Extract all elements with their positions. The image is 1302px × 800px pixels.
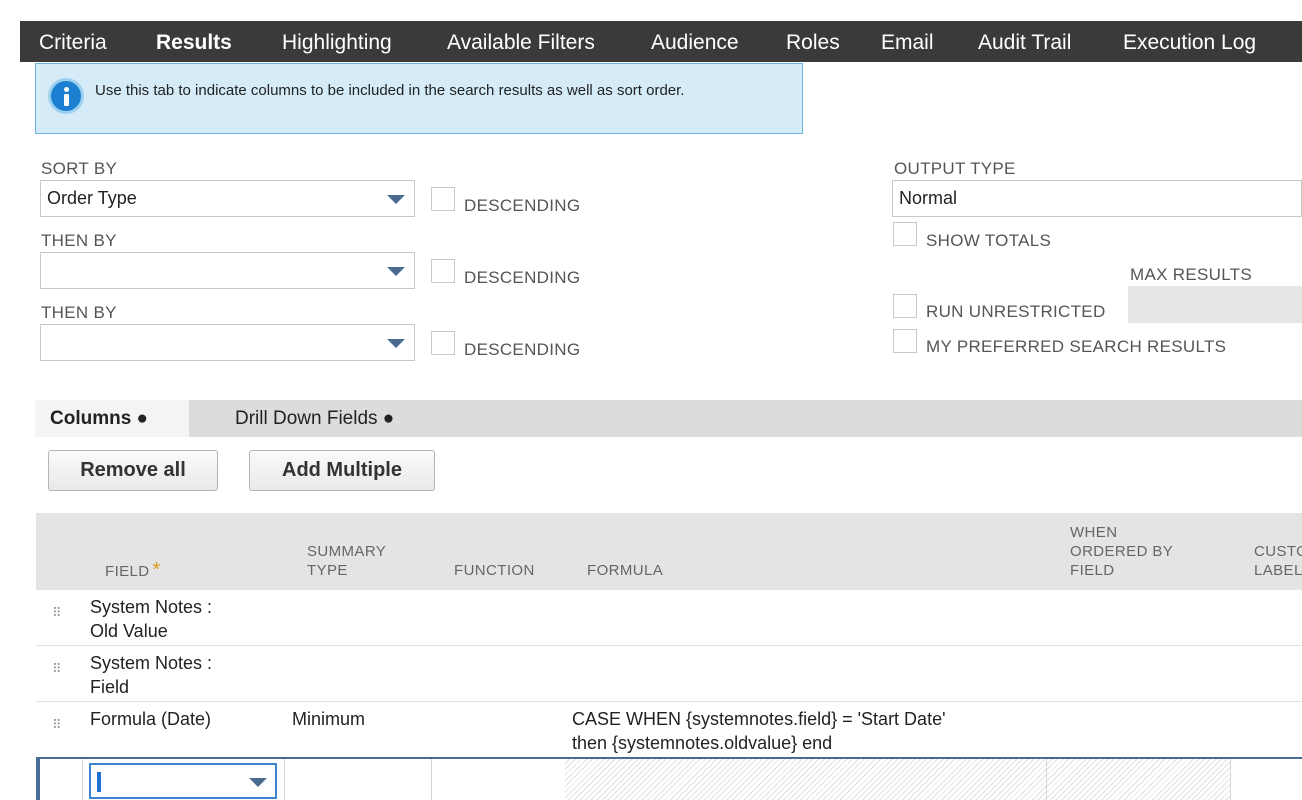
grid-header: FIELD * SUMMARY TYPE FUNCTION FORMULA WHE… xyxy=(36,513,1302,590)
cell-field: System Notes : Old Value xyxy=(90,597,213,641)
tab-email[interactable]: Email xyxy=(881,21,934,62)
descending-checkbox-1[interactable] xyxy=(431,187,455,211)
subtab-bar: Columns ● Drill Down Fields ● xyxy=(35,400,1302,437)
chevron-down-icon xyxy=(387,339,405,348)
cell-field: System Notes : Field xyxy=(90,653,213,697)
chevron-down-icon xyxy=(387,267,405,276)
then-by-select-2[interactable] xyxy=(40,324,415,361)
drag-handle-icon[interactable]: ⠿ xyxy=(52,606,62,626)
descending-label-1: DESCENDING xyxy=(464,196,581,215)
output-type-select[interactable]: Normal xyxy=(892,180,1302,217)
sort-by-label: SORT BY xyxy=(41,159,118,178)
my-preferred-label: MY PREFERRED SEARCH RESULTS xyxy=(926,337,1227,356)
new-field-select[interactable] xyxy=(89,763,277,799)
info-icon xyxy=(48,78,84,114)
then-by-label-1: THEN BY xyxy=(41,231,117,250)
tab-results[interactable]: Results xyxy=(156,21,232,62)
add-multiple-button[interactable]: Add Multiple xyxy=(249,450,435,491)
when-ordered-cell-disabled xyxy=(1047,759,1230,800)
table-row[interactable]: ⠿ Formula (Date) Minimum CASE WHEN {syst… xyxy=(36,702,1302,758)
descending-label-2: DESCENDING xyxy=(464,268,581,287)
edit-row-marker xyxy=(36,759,40,800)
table-row[interactable]: ⠿ System Notes : Field xyxy=(36,646,1302,702)
header-when-ordered-by-field: WHEN ORDERED BY FIELD xyxy=(1070,524,1174,579)
output-type-value: Normal xyxy=(899,188,958,208)
tab-execution-log[interactable]: Execution Log xyxy=(1123,21,1256,62)
descending-checkbox-3[interactable] xyxy=(431,331,455,355)
sort-by-value: Order Type xyxy=(47,188,137,208)
tab-audit-trail[interactable]: Audit Trail xyxy=(978,21,1071,62)
formula-cell-disabled xyxy=(565,759,1046,800)
sort-by-select[interactable]: Order Type xyxy=(40,180,415,217)
required-marker: * xyxy=(152,559,161,581)
run-unrestricted-label: RUN UNRESTRICTED xyxy=(926,302,1106,321)
tab-roles[interactable]: Roles xyxy=(786,21,840,62)
cell-summary-type: Minimum xyxy=(292,709,366,729)
show-totals-label: SHOW TOTALS xyxy=(926,231,1052,250)
remove-all-button[interactable]: Remove all xyxy=(48,450,218,491)
cell-field: Formula (Date) xyxy=(90,709,212,729)
tab-highlighting[interactable]: Highlighting xyxy=(282,21,392,62)
subtab-columns[interactable]: Columns ● xyxy=(35,400,189,437)
header-custom-label: CUSTO LABEL xyxy=(1254,543,1302,579)
chevron-down-icon xyxy=(249,778,267,787)
descending-label-3: DESCENDING xyxy=(464,340,581,359)
cell-formula: CASE WHEN {systemnotes.field} = 'Start D… xyxy=(572,709,946,753)
text-cursor xyxy=(97,772,101,792)
drag-handle-icon[interactable]: ⠿ xyxy=(52,662,62,682)
max-results-label: MAX RESULTS xyxy=(1130,265,1253,284)
run-unrestricted-checkbox[interactable] xyxy=(893,294,917,318)
max-results-input[interactable] xyxy=(1128,286,1302,323)
chevron-down-icon xyxy=(387,195,405,204)
drag-handle-icon[interactable]: ⠿ xyxy=(52,718,62,738)
new-column-edit-row[interactable] xyxy=(36,757,1302,800)
header-field: FIELD * xyxy=(105,559,161,581)
tab-criteria[interactable]: Criteria xyxy=(39,21,107,62)
header-function: FUNCTION xyxy=(454,562,535,579)
descending-checkbox-2[interactable] xyxy=(431,259,455,283)
info-banner-text: Use this tab to indicate columns to be i… xyxy=(95,82,685,99)
info-banner: Use this tab to indicate columns to be i… xyxy=(35,63,803,134)
subtab-drill-down-fields[interactable]: Drill Down Fields ● xyxy=(220,400,394,437)
my-preferred-checkbox[interactable] xyxy=(893,329,917,353)
output-type-label: OUTPUT TYPE xyxy=(894,159,1016,178)
show-totals-checkbox[interactable] xyxy=(893,222,917,246)
table-row[interactable]: ⠿ System Notes : Old Value xyxy=(36,590,1302,646)
header-summary-type: SUMMARY TYPE xyxy=(307,543,387,579)
then-by-select-1[interactable] xyxy=(40,252,415,289)
main-tab-bar: Criteria Results Highlighting Available … xyxy=(20,21,1302,62)
header-formula: FORMULA xyxy=(587,562,664,579)
tab-audience[interactable]: Audience xyxy=(651,21,739,62)
tab-available-filters[interactable]: Available Filters xyxy=(447,21,595,62)
then-by-label-2: THEN BY xyxy=(41,303,117,322)
